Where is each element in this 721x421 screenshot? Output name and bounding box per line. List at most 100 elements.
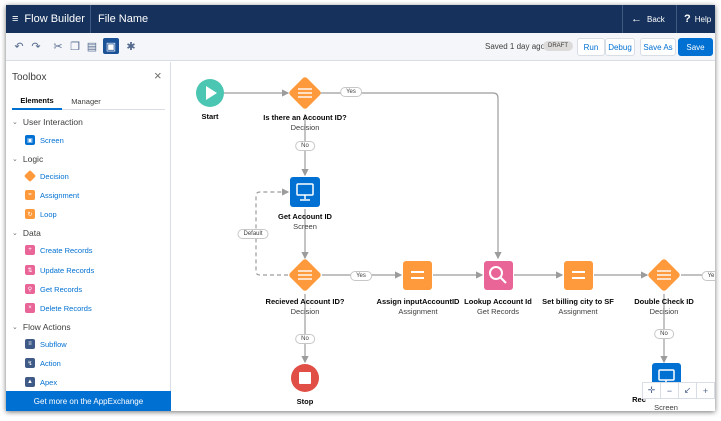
item-label: Action [40,358,61,368]
toolbox-item-delete-records[interactable]: × Delete Records [25,303,92,313]
pan-icon[interactable]: ✛ [643,383,661,398]
fit-icon[interactable]: ↙ [679,383,697,398]
settings-icon[interactable]: ✱ [123,38,139,54]
zoom-in-icon[interactable]: + [697,383,714,398]
toolbox-item-get-records[interactable]: ⚲ Get Records [25,284,82,294]
back-button[interactable]: ← Back [631,5,665,33]
section-user-interaction[interactable]: ⌄ User Interaction [12,117,83,127]
chevron-down-icon: ⌄ [12,156,18,163]
draft-badge: DRAFT [543,41,573,51]
chevron-down-icon: ⌄ [12,119,18,126]
connector-label-default: Default [237,229,269,239]
save-as-button[interactable]: Save As [640,38,676,56]
assign2-subtitle: Assignment [558,307,598,316]
toolbox-item-apex[interactable]: ▲ Apex [25,377,57,387]
cut-icon[interactable]: ✂ [50,38,66,54]
arrow-left-icon: ← [631,13,642,25]
section-logic[interactable]: ⌄ Logic [12,154,43,164]
tab-elements[interactable]: Elements [12,92,62,110]
section-label: User Interaction [22,117,83,127]
item-label: Update Records [40,265,95,275]
loop-icon: ↻ [25,209,35,219]
section-label: Flow Actions [22,322,71,332]
start-title: Start [201,112,219,121]
decision2-subtitle: Decision [290,307,320,316]
toggle-toolbox-icon[interactable]: ▣ [103,38,119,54]
flow-canvas[interactable]: Start Is there an Account ID? Decision G… [171,62,715,411]
back-label: Back [647,14,665,24]
lookup-subtitle: Get Records [476,307,520,316]
get-records-node [484,261,513,290]
item-label: Screen [40,135,64,145]
toolbox-item-assignment[interactable]: = Assignment [25,190,79,200]
close-icon[interactable]: × [154,68,162,83]
flow-builder-logo-icon: ≡ [12,13,19,25]
connector-label-yes: Yes [350,271,372,281]
assign1-subtitle: Assignment [398,307,438,316]
item-label: Create Records [40,245,93,255]
toolbox-item-loop[interactable]: ↻ Loop [25,209,57,219]
connector-label-no: No [295,141,315,151]
zoom-out-icon[interactable]: − [661,383,679,398]
toolbox-panel: Toolbox × Elements Manager ⌄ User Intera… [6,62,171,411]
decision-icon [23,169,37,183]
paste-icon[interactable]: ▤ [84,38,100,54]
toolbox-item-decision[interactable]: Decision [23,169,69,183]
toolbox-item-create-records[interactable]: + Create Records [25,245,93,255]
toolbox-item-action[interactable]: ↯ Action [25,358,61,368]
assignment-node-1 [403,261,432,290]
help-button[interactable]: ? Help [684,5,711,33]
screen1-title[interactable]: Get Account ID [278,212,332,221]
section-label: Data [22,228,41,238]
help-label: Help [694,14,712,24]
toolbox-item-screen[interactable]: ▣ Screen [25,135,64,145]
item-label: Assignment [40,190,80,200]
app-name: Flow Builder [24,13,85,25]
decision1-subtitle: Decision [290,123,320,132]
toolbox-title: Toolbox [12,72,47,83]
decision2-title[interactable]: Recieved Account ID? [266,297,345,306]
tab-manager[interactable]: Manager [62,92,110,110]
debug-button[interactable]: Debug [605,38,635,56]
toolbox-item-subflow[interactable]: ≡ Subflow [25,339,67,349]
screen1-subtitle: Screen [293,222,317,231]
app-menu[interactable]: ≡ Flow Builder [12,5,85,33]
save-status: Saved 1 day ago [485,42,546,51]
appexchange-link[interactable]: Get more on the AppExchange [6,391,171,411]
header-bar: ≡ Flow Builder File Name ← Back ? Help [6,5,715,33]
stop-title: Stop [296,397,314,406]
help-icon: ? [684,13,691,25]
screen-node-1 [290,177,320,207]
screen-icon: ▣ [25,135,35,145]
toolbox-item-update-records[interactable]: ⇅ Update Records [25,265,94,275]
decision3-subtitle: Decision [649,307,679,316]
flow-builder-window: ≡ Flow Builder File Name ← Back ? Help ↶… [6,5,715,411]
lookup-title[interactable]: Lookup Account Id [464,297,532,306]
chevron-down-icon: ⌄ [12,230,18,237]
chevron-down-icon: ⌄ [12,324,18,331]
assign1-title[interactable]: Assign inputAccountID [377,297,460,306]
item-label: Apex [40,377,58,387]
item-label: Decision [40,171,69,181]
section-flow-actions[interactable]: ⌄ Flow Actions [12,322,71,332]
create-records-icon: + [25,245,35,255]
section-data[interactable]: ⌄ Data [12,228,41,238]
save-button[interactable]: Save [678,38,713,56]
connector-label-yes: Ye [701,271,715,281]
assignment-node-2 [564,261,593,290]
start-node [196,79,224,107]
connector-label-no: No [654,329,674,339]
decision3-title[interactable]: Double Check ID [634,297,694,306]
assign2-title[interactable]: Set billing city to SF [542,297,614,306]
section-label: Logic [22,154,44,164]
decision1-title[interactable]: Is there an Account ID? [263,113,347,122]
item-label: Subflow [40,339,67,349]
connector-label-yes: Yes [340,87,362,97]
copy-icon[interactable]: ❐ [67,38,83,54]
redo-icon[interactable]: ↷ [28,38,44,54]
run-button[interactable]: Run [577,38,605,56]
undo-icon[interactable]: ↶ [11,38,27,54]
stop-node [291,364,319,392]
connector-label-no: No [295,334,315,344]
file-name[interactable]: File Name [98,5,148,33]
